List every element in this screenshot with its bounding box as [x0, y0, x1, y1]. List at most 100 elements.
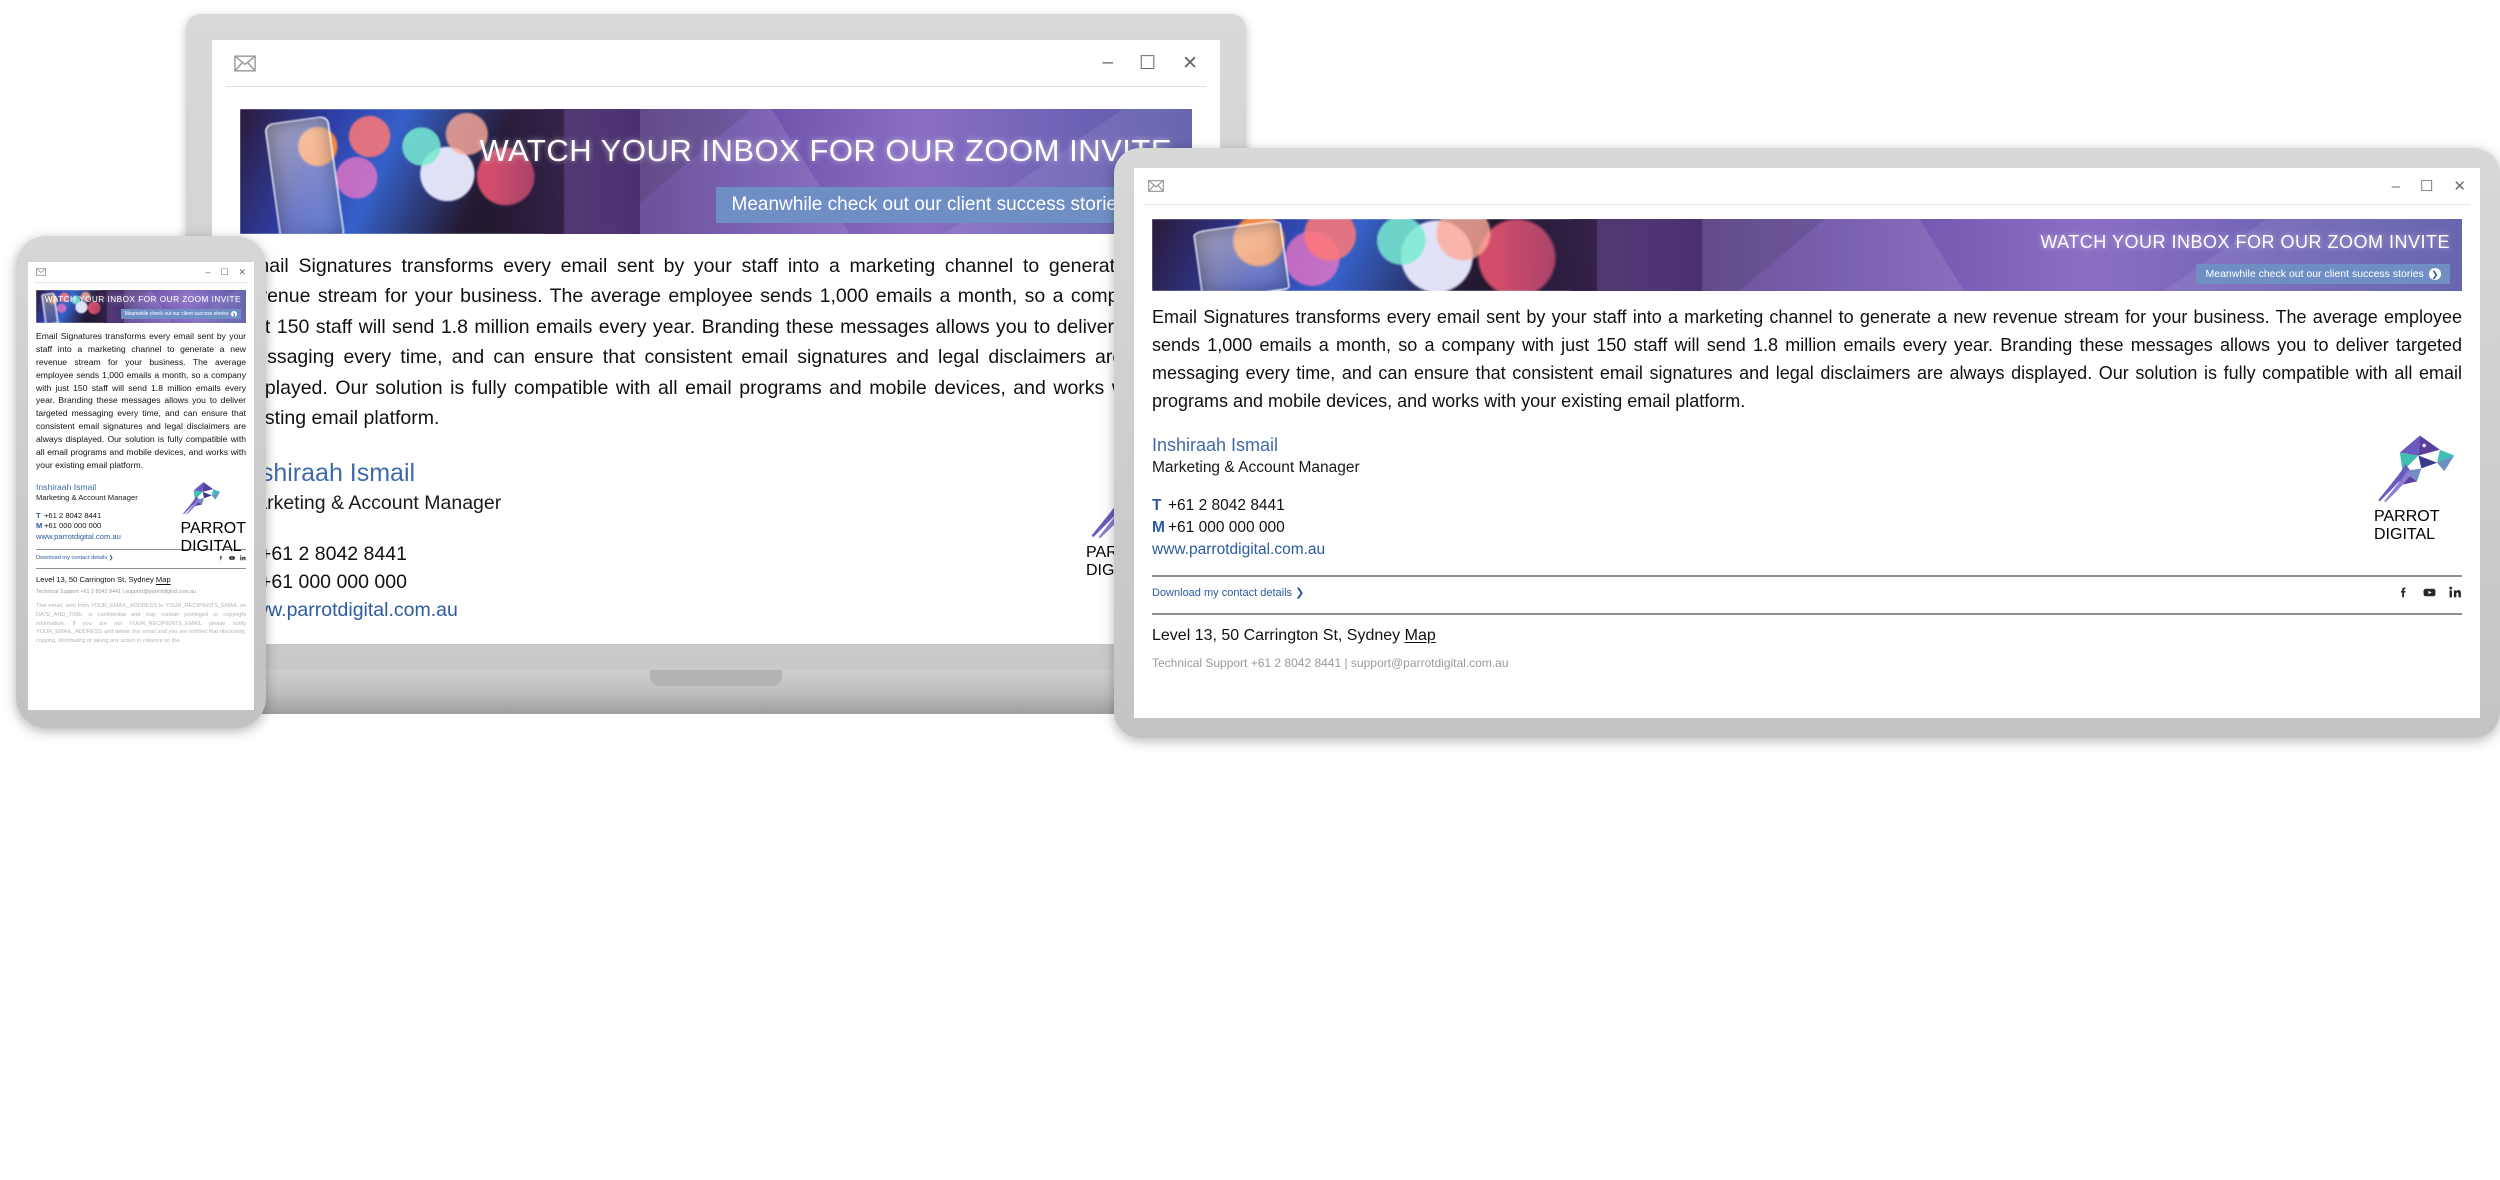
email-body: Email Signatures transforms every email …: [1152, 307, 2462, 411]
minimize-button[interactable]: –: [205, 267, 210, 277]
promo-banner[interactable]: WATCH YOUR INBOX FOR OUR ZOOM INVITE Mea…: [1152, 219, 2462, 291]
technical-support: Technical Support +61 2 8042 8441 | supp…: [1152, 655, 1509, 670]
website-link[interactable]: www.parrotdigital.com.au: [240, 597, 1192, 625]
mobile-value: +61 000 000 000: [44, 521, 102, 531]
phone-device: – ☐ ✕ WATCH YOUR INBOX FOR OUR ZOOM INVI…: [16, 236, 266, 728]
signature-block: PARROT DIGITAL Inshiraah Ismail Marketin…: [1152, 435, 2462, 561]
laptop-lid: – ☐ ✕ WATCH YOUR INBOX FOR OUR ZOOM INVI…: [186, 14, 1246, 670]
banner-cta-label: Meanwhile check out our client success s…: [2205, 268, 2424, 280]
envelope-icon: [234, 54, 256, 72]
chevron-right-icon: ❯: [108, 555, 114, 562]
email-body: Email Signatures transforms every email …: [36, 331, 246, 470]
signature-contact: T+61 2 8042 8441 M+61 000 000 000 www.pa…: [240, 541, 1192, 624]
download-row: Download my contact details ❯: [1152, 586, 2462, 599]
email-body: Email Signatures transforms every email …: [240, 255, 1192, 430]
parrot-bird-icon: [182, 481, 220, 515]
youtube-icon[interactable]: [2423, 586, 2436, 599]
parrot-bird-icon: [2378, 435, 2455, 502]
mobile-value: +61 000 000 000: [1168, 518, 1285, 536]
social-icons: [218, 555, 246, 561]
mobile-row: M+61 000 000 000: [240, 569, 1192, 597]
window-controls[interactable]: – ☐ ✕: [2392, 177, 2466, 196]
signature-role: Marketing & Account Manager: [240, 492, 502, 515]
signature-divider: [1152, 574, 2462, 577]
parrot-logo: PARROT DIGITAL: [181, 480, 246, 556]
phone-screen: – ☐ ✕ WATCH YOUR INBOX FOR OUR ZOOM INVI…: [28, 262, 254, 710]
close-button[interactable]: ✕: [1182, 52, 1198, 75]
map-link[interactable]: Map: [156, 575, 171, 584]
office-address: Level 13, 50 Carrington St, Sydney Map: [1152, 626, 1436, 644]
window-controls[interactable]: – ☐ ✕: [205, 267, 246, 278]
window-controls[interactable]: – ☐ ✕: [1102, 52, 1198, 75]
promo-banner[interactable]: WATCH YOUR INBOX FOR OUR ZOOM INVITE Mea…: [240, 109, 1192, 234]
mobile-value: +61 000 000 000: [260, 571, 407, 594]
mobile-row: M+61 000 000 000: [1152, 517, 2462, 539]
logo-word-digital: DIGITAL: [2374, 525, 2436, 543]
maximize-button[interactable]: ☐: [2420, 177, 2433, 195]
address-divider: [36, 568, 246, 570]
maximize-button[interactable]: ☐: [220, 267, 228, 278]
map-link[interactable]: Map: [1405, 627, 1436, 644]
email-content: WATCH YOUR INBOX FOR OUR ZOOM INVITE Mea…: [1134, 205, 2480, 670]
email-content: WATCH YOUR INBOX FOR OUR ZOOM INVITE Mea…: [28, 283, 254, 645]
linkedin-icon[interactable]: [240, 555, 246, 561]
banner-cta-label: Meanwhile check out our client success s…: [124, 311, 229, 317]
parrot-logo: PARROT DIGITAL: [2374, 431, 2460, 544]
window-chrome: – ☐ ✕: [28, 262, 254, 282]
logo-wordmark: PARROT DIGITAL: [181, 520, 246, 556]
logo-word-parrot: PARROT: [2374, 507, 2440, 525]
address-divider: [1152, 612, 2462, 615]
office-address: Level 13, 50 Carrington St, Sydney Map: [36, 575, 171, 585]
website-link[interactable]: www.parrotdigital.com.au: [1152, 539, 2462, 561]
mobile-label: M: [36, 521, 43, 531]
tablet-device: – ☐ ✕ WATCH YOUR INBOX FOR OUR ZOOM INVI…: [1114, 148, 2500, 738]
laptop-screen: – ☐ ✕ WATCH YOUR INBOX FOR OUR ZOOM INVI…: [212, 40, 1220, 644]
email-content: WATCH YOUR INBOX FOR OUR ZOOM INVITE Mea…: [212, 87, 1220, 644]
laptop-notch: [650, 670, 782, 686]
youtube-icon[interactable]: [229, 555, 235, 561]
tablet-screen: – ☐ ✕ WATCH YOUR INBOX FOR OUR ZOOM INVI…: [1134, 168, 2480, 718]
facebook-icon[interactable]: [218, 555, 224, 561]
signature-contact: T+61 2 8042 8441 M+61 000 000 000 www.pa…: [1152, 495, 2462, 561]
linkedin-icon[interactable]: [2449, 586, 2462, 599]
banner-cta-button[interactable]: Meanwhile check out our client success s…: [715, 187, 1172, 223]
minimize-button[interactable]: –: [2392, 178, 2400, 195]
download-contact-link[interactable]: Download my contact details ❯: [1152, 586, 1304, 599]
chevron-right-icon: ❯: [231, 311, 237, 317]
envelope-icon: [36, 268, 46, 276]
signature-name: Inshiraah Ismail: [1152, 434, 1279, 455]
banner-cta-button[interactable]: Meanwhile check out our client success s…: [2196, 264, 2450, 284]
mobile-label: M: [1152, 518, 1165, 536]
banner-inner: WATCH YOUR INBOX FOR OUR ZOOM INVITE Mea…: [240, 109, 1192, 234]
envelope-icon: [1148, 180, 1164, 192]
phone-value: +61 2 8042 8441: [260, 543, 407, 566]
banner-headline: WATCH YOUR INBOX FOR OUR ZOOM INVITE: [44, 295, 241, 304]
minimize-button[interactable]: –: [1102, 52, 1113, 74]
logo-word-digital: DIGITAL: [180, 537, 242, 555]
facebook-icon[interactable]: [2397, 586, 2410, 599]
maximize-button[interactable]: ☐: [1139, 52, 1156, 75]
promo-banner[interactable]: WATCH YOUR INBOX FOR OUR ZOOM INVITE Mea…: [36, 290, 246, 323]
window-chrome: – ☐ ✕: [1134, 168, 2480, 204]
close-button[interactable]: ✕: [238, 267, 246, 278]
phone-label: T: [36, 510, 41, 520]
window-chrome: – ☐ ✕: [212, 40, 1220, 86]
chevron-right-icon: ❯: [1295, 586, 1305, 599]
signature-name: Inshiraah Ismail: [240, 459, 416, 488]
phone-label: T: [1152, 496, 1162, 514]
signature-role: Marketing & Account Manager: [1152, 458, 1360, 476]
banner-headline: WATCH YOUR INBOX FOR OUR ZOOM INVITE: [479, 133, 1172, 168]
signature-block: PARROT DIGITAL Inshiraah Ismail Marketin…: [240, 458, 1192, 624]
phone-row: T+61 2 8042 8441: [240, 541, 1192, 569]
phone-value: +61 2 8042 8441: [44, 510, 102, 520]
download-contact-link[interactable]: Download my contact details ❯: [36, 555, 113, 561]
download-row: Download my contact details ❯: [36, 555, 246, 561]
technical-support: Technical Support +61 2 8042 8441 | supp…: [36, 589, 197, 596]
social-icons: [2397, 586, 2462, 599]
device-mockup-stage: – ☐ ✕ WATCH YOUR INBOX FOR OUR ZOOM INVI…: [0, 0, 2500, 1180]
signature-block: PARROT DIGITAL Inshiraah Ismail Marketin…: [36, 482, 246, 555]
banner-cta-button[interactable]: Meanwhile check out our client success s…: [120, 309, 241, 319]
close-button[interactable]: ✕: [2453, 177, 2466, 195]
legal-disclaimer: This email, sent from YOUR_EMAIL_ADDRESS…: [36, 603, 246, 644]
banner-cta-label: Meanwhile check out our client success s…: [731, 194, 1127, 215]
